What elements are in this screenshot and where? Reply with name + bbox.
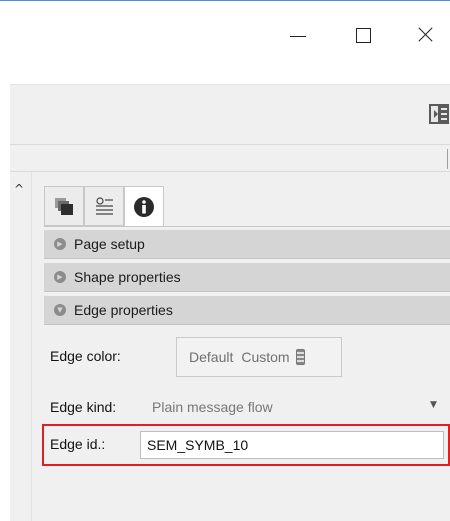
title-bar [0,0,450,70]
panel-toggle-icon[interactable] [428,103,450,125]
color-custom-option[interactable]: Custom [241,349,289,365]
chevron-up-icon[interactable]: ^ [14,182,24,196]
edge-color-label: Edge color: [50,348,121,364]
tab-layers[interactable] [44,186,84,226]
color-default-option[interactable]: Default [189,349,233,365]
edge-kind-select[interactable]: Plain message flow [152,399,273,415]
section-edge-properties[interactable]: ▼ Edge properties [44,296,450,325]
properties-panel: ▶ Page setup ▶ Shape properties ▼ Edge p… [32,172,450,521]
expand-icon: ▶ [54,238,66,250]
chevron-down-icon[interactable]: ▼ [430,400,437,410]
minimize-button[interactable] [278,19,318,49]
info-icon [134,196,154,217]
toolbar [10,84,450,144]
tab-properties[interactable] [84,186,124,226]
section-shape-properties[interactable]: ▶ Shape properties [44,263,450,292]
layers-icon [55,198,73,215]
tab-info[interactable] [124,186,164,227]
edge-color-picker[interactable]: Default Custom [176,337,342,377]
secondary-bar [10,144,450,172]
section-label: Page setup [74,236,145,252]
maximize-button[interactable] [343,19,383,49]
color-swatch-icon[interactable] [295,349,305,365]
collapse-icon: ▼ [54,304,66,316]
edge-id-label: Edge id.: [50,436,106,452]
section-label: Shape properties [74,269,181,285]
properties-list-icon [96,197,113,215]
vertical-scrollbar[interactable]: ^ [10,172,32,521]
close-button[interactable] [405,19,445,49]
edge-kind-label: Edge kind: [50,399,117,415]
edge-id-highlight: Edge id.: [42,424,450,466]
divider [447,149,448,169]
edge-id-input[interactable] [140,431,444,459]
tab-divider [44,226,450,227]
expand-icon: ▶ [54,271,66,283]
section-page-setup[interactable]: ▶ Page setup [44,230,450,259]
section-label: Edge properties [74,302,173,318]
